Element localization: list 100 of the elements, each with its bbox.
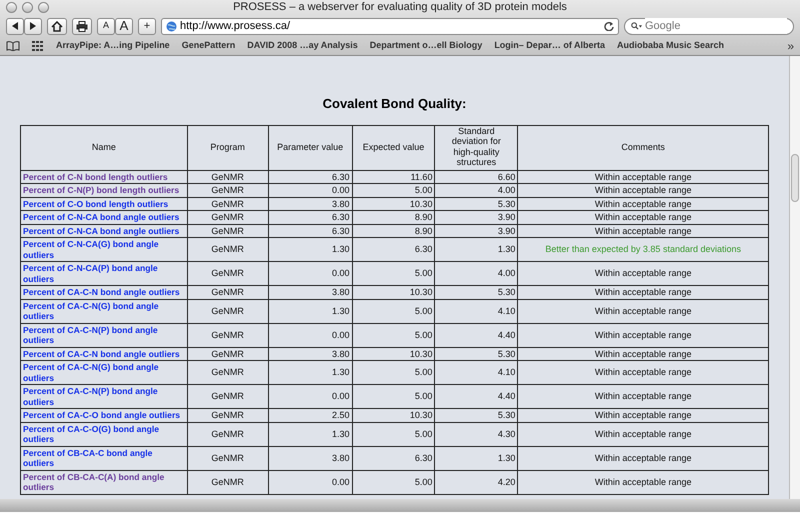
table-cell: Within acceptable range bbox=[518, 197, 768, 210]
table-cell: Within acceptable range bbox=[518, 299, 768, 323]
table-cell: 4.40 bbox=[434, 323, 518, 347]
window-control-button[interactable] bbox=[38, 2, 49, 13]
table-cell: 4.10 bbox=[434, 299, 518, 323]
forward-button[interactable] bbox=[24, 18, 42, 34]
column-header: Name bbox=[20, 125, 188, 170]
table-cell: GeNMR bbox=[187, 384, 268, 408]
table-cell: 5.00 bbox=[352, 323, 435, 347]
section-heading: Covalent Bond Quality: bbox=[322, 95, 468, 113]
table-cell: 5.00 bbox=[352, 360, 435, 384]
table-cell: 6.30 bbox=[352, 238, 435, 262]
bookmark-link[interactable]: Audiobaba Music Search bbox=[617, 39, 724, 53]
column-header: Parameter value bbox=[268, 125, 352, 170]
table-cell: GeNMR bbox=[187, 408, 268, 422]
bookmark-link[interactable]: Department o…ell Biology bbox=[370, 39, 482, 53]
table-cell: 6.30 bbox=[268, 170, 352, 184]
table-cell: 1.30 bbox=[268, 422, 352, 446]
table-cell: GeNMR bbox=[187, 422, 268, 446]
table-cell: 4.40 bbox=[434, 384, 518, 408]
table-cell: 6.30 bbox=[352, 446, 435, 470]
table-cell: 3.80 bbox=[268, 347, 352, 360]
table-cell: 4.00 bbox=[434, 184, 518, 197]
table-cell: 0.00 bbox=[268, 323, 352, 347]
window-title: PROSESS – a webserver for evaluating quality of 3D protein models bbox=[233, 1, 567, 13]
table-cell: GeNMR bbox=[187, 197, 268, 210]
scrollbar-thumb[interactable] bbox=[791, 154, 799, 202]
table-cell: 1.30 bbox=[434, 238, 518, 262]
table-cell: 5.00 bbox=[352, 262, 435, 286]
table-cell: GeNMR bbox=[187, 224, 268, 238]
table-cell: Within acceptable range bbox=[518, 384, 768, 408]
back-icon bbox=[11, 22, 19, 30]
search-field[interactable]: Google bbox=[645, 18, 787, 34]
table-cell: Within acceptable range bbox=[518, 347, 768, 360]
table-cell: 2.50 bbox=[268, 408, 352, 422]
table-cell: 5.00 bbox=[352, 184, 435, 197]
table-cell: GeNMR bbox=[187, 238, 268, 262]
table-cell: Within acceptable range bbox=[518, 224, 768, 238]
column-header: Comments bbox=[518, 125, 768, 170]
table-cell: GeNMR bbox=[187, 470, 268, 494]
table-cell: GeNMR bbox=[187, 347, 268, 360]
table-cell: 6.30 bbox=[268, 224, 352, 238]
print-button[interactable] bbox=[72, 18, 92, 34]
window-control-button[interactable] bbox=[6, 2, 17, 13]
table-cell: 3.80 bbox=[268, 286, 352, 299]
add-bookmark-button[interactable]: + bbox=[138, 18, 156, 34]
bookmark-link[interactable]: GenePattern bbox=[182, 39, 236, 53]
table-cell: 11.60 bbox=[352, 170, 435, 184]
printer-icon bbox=[76, 20, 88, 32]
book-icon bbox=[6, 41, 20, 51]
home-button[interactable] bbox=[47, 18, 67, 34]
text-size-button[interactable]: A bbox=[115, 18, 133, 34]
table-cell: Within acceptable range bbox=[518, 470, 768, 494]
table-cell: 10.30 bbox=[352, 408, 435, 422]
table-cell: 5.30 bbox=[434, 286, 518, 299]
table-cell: GeNMR bbox=[187, 262, 268, 286]
text-size-button[interactable]: A bbox=[97, 18, 115, 34]
window-control-button[interactable] bbox=[22, 2, 33, 13]
table-cell: 10.30 bbox=[352, 197, 435, 210]
table-cell: 0.00 bbox=[268, 184, 352, 197]
table-cell: GeNMR bbox=[187, 210, 268, 224]
table-cell: 4.10 bbox=[434, 360, 518, 384]
back-button[interactable] bbox=[6, 18, 24, 34]
table-cell: 0.00 bbox=[268, 384, 352, 408]
table-cell: 8.90 bbox=[352, 210, 435, 224]
table-cell: 4.00 bbox=[434, 262, 518, 286]
column-header: Program bbox=[187, 125, 268, 170]
column-header: Expected value bbox=[352, 125, 435, 170]
table-cell: 5.00 bbox=[352, 422, 435, 446]
bookmark-link[interactable]: DAVID 2008 …ay Analysis bbox=[247, 39, 358, 53]
table-cell: 5.30 bbox=[434, 408, 518, 422]
reload-icon bbox=[604, 21, 614, 31]
bookmark-link[interactable]: Login– Depar… of Alberta bbox=[494, 39, 605, 53]
table-cell: 1.30 bbox=[434, 446, 518, 470]
table-cell: 10.30 bbox=[352, 286, 435, 299]
table-cell: 4.20 bbox=[434, 470, 518, 494]
table-cell: 6.60 bbox=[434, 170, 518, 184]
table-cell: 10.30 bbox=[352, 347, 435, 360]
search-field[interactable]: Google bbox=[624, 18, 794, 34]
table-cell: Within acceptable range bbox=[518, 408, 768, 422]
table-cell: Better than expected by 3.85 standard deviations bbox=[518, 238, 768, 262]
table-cell: Within acceptable range bbox=[518, 210, 768, 224]
grid-icon bbox=[32, 41, 44, 51]
table-cell: Within acceptable range bbox=[518, 286, 768, 299]
table-cell: 5.00 bbox=[352, 384, 435, 408]
bookmarks-overflow-button[interactable]: » bbox=[787, 37, 794, 55]
table-cell: 1.30 bbox=[268, 238, 352, 262]
table-cell: 3.90 bbox=[434, 224, 518, 238]
table-cell: 6.30 bbox=[268, 210, 352, 224]
table-cell: 3.80 bbox=[268, 446, 352, 470]
table-cell: Within acceptable range bbox=[518, 360, 768, 384]
table-cell: Within acceptable range bbox=[518, 262, 768, 286]
table-cell: Within acceptable range bbox=[518, 422, 768, 446]
table-cell: Within acceptable range bbox=[518, 323, 768, 347]
table-cell: Within acceptable range bbox=[518, 184, 768, 197]
bookmark-link[interactable]: ArrayPipe: A…ing Pipeline bbox=[56, 39, 170, 53]
home-icon bbox=[51, 20, 63, 32]
globe-icon bbox=[166, 20, 177, 32]
table-cell: GeNMR bbox=[187, 299, 268, 323]
table-cell: 5.00 bbox=[352, 299, 435, 323]
